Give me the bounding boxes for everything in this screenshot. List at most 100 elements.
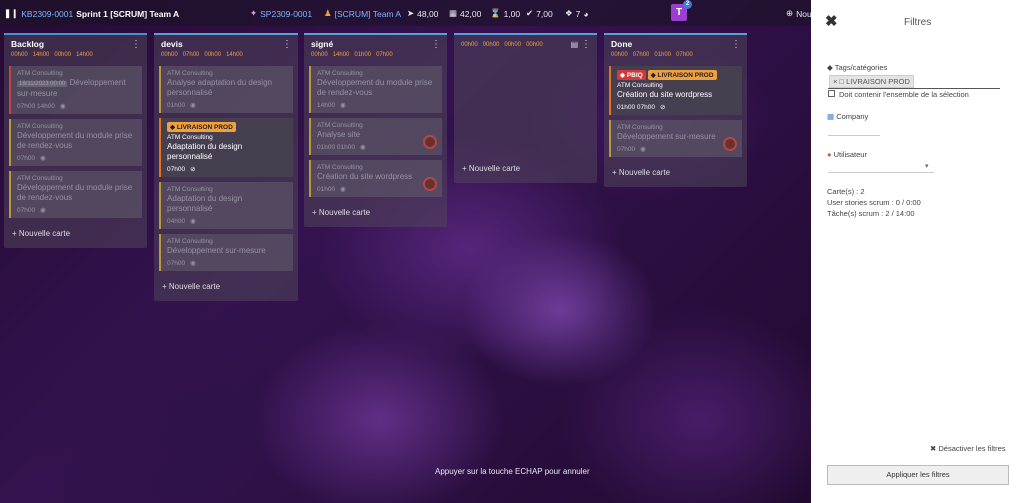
eye-slash-icon: ⊘ <box>659 104 666 111</box>
stat-hourglass: 1,00 <box>503 8 521 19</box>
column-menu-icon[interactable]: ⋮ <box>282 39 292 50</box>
calendar-icon: ▦ <box>449 8 458 18</box>
reset-filters-button[interactable]: ✖ Désactiver les filtres <box>930 444 1006 453</box>
column-title: Done <box>611 39 633 49</box>
stat-tasks: Tâche(s) scrum : 2 / 14:00 <box>827 209 915 218</box>
new-label: Nou <box>796 8 812 19</box>
column-header: Done ⋮ 00h00 07h00 01h00 07h00 <box>604 33 747 63</box>
eye-icon: ◉ <box>190 102 196 109</box>
eye-icon: ◉ <box>59 103 66 110</box>
badge-count: 2 <box>683 0 692 9</box>
stat-tag: 7 <box>575 8 581 19</box>
kanban-icon: ❚❙ <box>4 8 19 18</box>
folder-icon: □ <box>839 77 845 86</box>
avatar[interactable] <box>423 177 437 191</box>
card[interactable]: ATM Consulting Développement du module p… <box>309 66 442 113</box>
company-input[interactable] <box>828 135 880 136</box>
stat-check: 7,00 <box>536 8 553 19</box>
dashboard-icon: ◕ <box>583 8 589 19</box>
column-title: signé <box>311 39 334 49</box>
column-signe: signé ⋮ 00h00 14h00 01h00 07h00 ATM Cons… <box>304 33 447 227</box>
tag-pbiq[interactable]: ◆ PBIQ <box>617 70 646 80</box>
user-label: ● Utilisateur <box>827 150 867 159</box>
card-selected[interactable]: ◆ PBIQ ◆ LIVRAISON PROD ATM Consulting Cr… <box>609 66 742 115</box>
remove-chip-icon[interactable]: × <box>833 77 837 86</box>
column-header: signé ⋮ 00h00 14h00 01h00 07h00 <box>304 33 447 63</box>
must-contain-label: Doit contenir l'ensemble de la sélection <box>839 90 969 99</box>
eye-icon: ◉ <box>40 155 46 162</box>
panel-title: Filtres <box>904 17 932 28</box>
add-card-button[interactable]: + Nouvelle carte <box>454 158 597 183</box>
eye-slash-icon: ⊘ <box>190 166 196 173</box>
sprint-title: Sprint 1 [SCRUM] Team A <box>76 8 180 19</box>
column-meta: 00h00 07h00 00h00 14h00 <box>161 52 243 58</box>
new-button[interactable]: ⊕ Nou <box>786 8 812 19</box>
column-backlog: Backlog ⋮ 00h00 14h00 00h00 14h00 ATM Co… <box>4 33 147 248</box>
add-card-button[interactable]: + Nouvelle carte <box>304 202 447 227</box>
must-contain-checkbox[interactable] <box>828 90 835 97</box>
comment-icon: ▤ <box>570 40 579 49</box>
card[interactable]: ATM Consulting Analyse site 01h00 01h00 ◉ <box>309 118 442 155</box>
building-icon: ▦ <box>827 112 835 121</box>
column-menu-icon[interactable]: ⋮ <box>131 39 141 50</box>
eye-icon: ◉ <box>40 207 46 214</box>
column-menu-icon[interactable]: ⋮ <box>431 39 441 50</box>
check-icon: ✔ <box>526 8 534 18</box>
sprint-icon: ✦ <box>250 8 258 18</box>
card[interactable]: ATM Consulting Développement du module p… <box>9 171 142 218</box>
add-card-button[interactable]: + Nouvelle carte <box>4 223 147 248</box>
add-card-button[interactable]: + Nouvelle carte <box>154 276 298 301</box>
eye-icon: ◉ <box>340 186 346 193</box>
chevron-down-icon[interactable]: ▾ <box>925 162 929 170</box>
column-meta: 00h00 07h00 01h00 07h00 <box>611 52 693 58</box>
hourglass-icon: ⌛ <box>490 8 501 18</box>
team-link[interactable]: [SCRUM] Team A <box>335 9 401 19</box>
card[interactable]: ATM Consulting Adaptation du design pers… <box>159 182 293 229</box>
column-meta: 00h00 14h00 01h00 07h00 <box>311 52 393 58</box>
column-devis: devis ⋮ 00h00 07h00 00h00 14h00 ATM Cons… <box>154 33 298 301</box>
tags-input-underline <box>828 88 1000 89</box>
eye-icon: ◉ <box>190 218 196 225</box>
column-header: ▤ ⋮ 00h00 00h00 00h00 00h00 <box>454 33 597 63</box>
badge-letter: T <box>675 7 683 18</box>
tag-livraison-prod[interactable]: ◆ LIVRAISON PROD <box>647 70 717 80</box>
card[interactable]: ATM Consulting Création du site wordpres… <box>309 160 442 197</box>
column-title: Backlog <box>11 39 45 49</box>
kanban-ref-link[interactable]: KB2309-0001 <box>21 9 73 19</box>
add-card-button[interactable]: + Nouvelle carte <box>604 162 747 187</box>
column-menu-icon[interactable]: ▤ ⋮ <box>571 39 591 50</box>
tag-icon: ❖ <box>565 8 573 18</box>
card[interactable]: ATM Consulting 18/11/2023 00:00 Développ… <box>9 66 142 114</box>
tag-chip[interactable]: × □ LIVRAISON PROD <box>829 75 914 88</box>
column-empty-area <box>454 63 597 158</box>
stat-run: 48,00 <box>417 8 439 19</box>
team-icon: ♟ <box>324 8 332 18</box>
column-menu-icon[interactable]: ⋮ <box>731 39 741 50</box>
column-header: Backlog ⋮ 00h00 14h00 00h00 14h00 <box>4 33 147 63</box>
card[interactable]: ATM Consulting Développement sur-mesure … <box>609 120 742 157</box>
filter-panel: ✖ Filtres ◆ Tags/catégories × □ LIVRAISO… <box>811 0 1024 503</box>
avatar[interactable] <box>423 135 437 149</box>
card[interactable]: ATM Consulting Analyse adaptation du des… <box>159 66 293 113</box>
user-select[interactable] <box>828 172 934 173</box>
avatar[interactable] <box>723 137 737 151</box>
close-icon: ✖ <box>930 444 937 453</box>
company-label: ▦ Company <box>827 112 869 121</box>
sprint-ref-link[interactable]: SP2309-0001 <box>260 9 312 19</box>
close-icon[interactable]: ✖ <box>825 12 838 30</box>
tags-label: ◆ Tags/catégories <box>827 63 888 72</box>
plus-circle-icon: ⊕ <box>786 8 794 18</box>
eye-icon: ◉ <box>190 260 196 267</box>
eye-icon: ◉ <box>640 146 646 153</box>
column-unnamed: ▤ ⋮ 00h00 00h00 00h00 00h00 + Nouvelle c… <box>454 33 597 183</box>
column-title: devis <box>161 39 183 49</box>
card[interactable]: ATM Consulting Développement du module p… <box>9 119 142 166</box>
stat-calendar: 42,00 <box>460 8 482 19</box>
card[interactable]: ATM Consulting Développement sur-mesure … <box>159 234 293 271</box>
notification-badge[interactable]: T 2 <box>671 0 692 21</box>
card-selected[interactable]: ◆ LIVRAISON PROD ATM Consulting Adaptati… <box>159 118 293 177</box>
tag-livraison-prod[interactable]: ◆ LIVRAISON PROD <box>167 122 236 132</box>
tag-icon: ◆ <box>827 63 833 72</box>
apply-filters-button[interactable]: Appliquer les filtres <box>827 465 1009 485</box>
column-meta: 00h00 14h00 00h00 14h00 <box>11 52 93 58</box>
